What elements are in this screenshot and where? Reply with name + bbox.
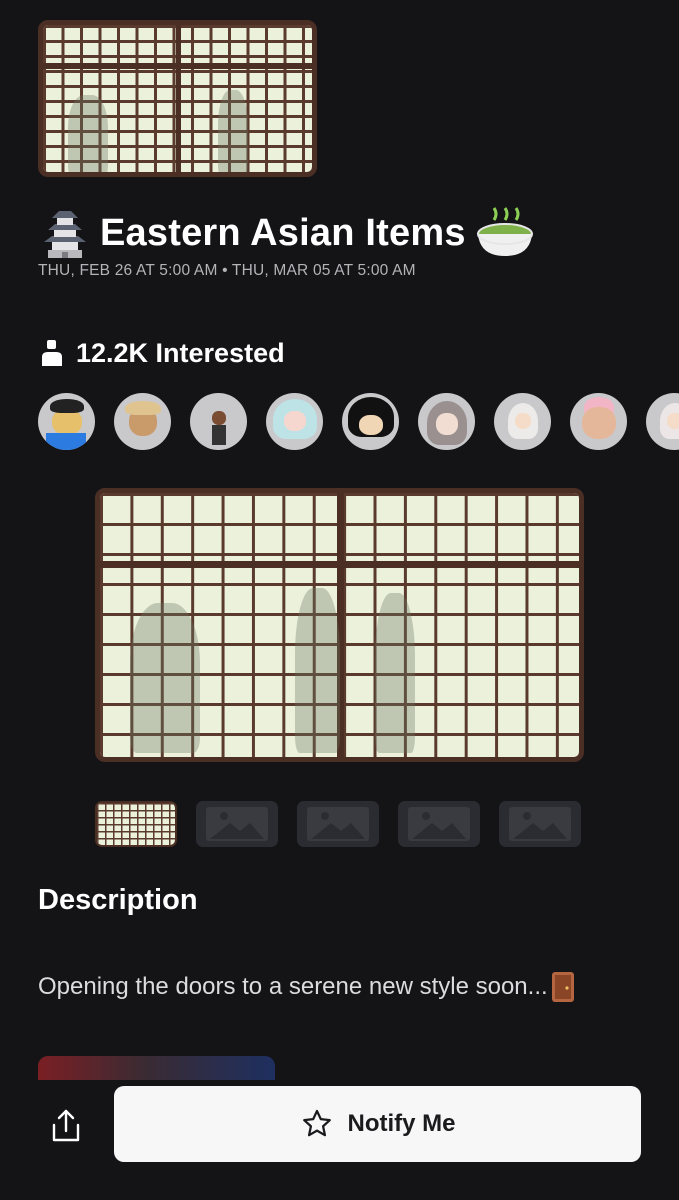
- image-placeholder-icon: [509, 807, 571, 841]
- green-tea-icon: [474, 206, 536, 260]
- description-text: Opening the doors to a serene new style …: [38, 973, 548, 1000]
- interested-avatars[interactable]: [38, 393, 679, 453]
- avatar[interactable]: [494, 393, 551, 450]
- image-placeholder-icon: [408, 807, 470, 841]
- avatar[interactable]: [38, 393, 95, 450]
- gallery-thumbnail-selected[interactable]: [95, 801, 177, 847]
- description-text-row: Opening the doors to a serene new style …: [38, 972, 574, 1002]
- gallery-thumbnail[interactable]: [196, 801, 278, 847]
- japanese-castle-icon: [38, 206, 92, 260]
- avatar[interactable]: [266, 393, 323, 450]
- star-icon: [302, 1109, 331, 1137]
- avatar[interactable]: [114, 393, 171, 450]
- image-placeholder-icon: [307, 807, 369, 841]
- avatar[interactable]: [570, 393, 627, 450]
- notify-me-label: Notify Me: [347, 1110, 456, 1137]
- avatar[interactable]: [418, 393, 475, 450]
- interested-count: 12.2K Interested: [76, 337, 285, 368]
- gallery-main-image[interactable]: [95, 488, 584, 762]
- door-icon: [551, 972, 574, 1002]
- event-title: Eastern Asian Items: [100, 211, 466, 254]
- avatar[interactable]: [190, 393, 247, 450]
- gallery-thumbnail[interactable]: [297, 801, 379, 847]
- share-button[interactable]: [40, 1100, 92, 1152]
- interested-row[interactable]: 12.2K Interested: [38, 333, 285, 373]
- person-icon: [38, 338, 68, 368]
- avatar[interactable]: [646, 393, 679, 450]
- avatar[interactable]: [342, 393, 399, 450]
- event-thumbnail: [38, 20, 317, 177]
- event-title-row: Eastern Asian Items: [38, 205, 536, 261]
- gallery-thumbnail[interactable]: [398, 801, 480, 847]
- event-dates: THU, FEB 26 AT 5:00 AM • THU, MAR 05 AT …: [38, 262, 416, 279]
- notify-me-button[interactable]: Notify Me: [114, 1086, 641, 1162]
- description-heading: Description: [38, 884, 198, 916]
- share-icon: [52, 1109, 80, 1142]
- image-placeholder-icon: [206, 807, 268, 841]
- gallery-thumbnail[interactable]: [499, 801, 581, 847]
